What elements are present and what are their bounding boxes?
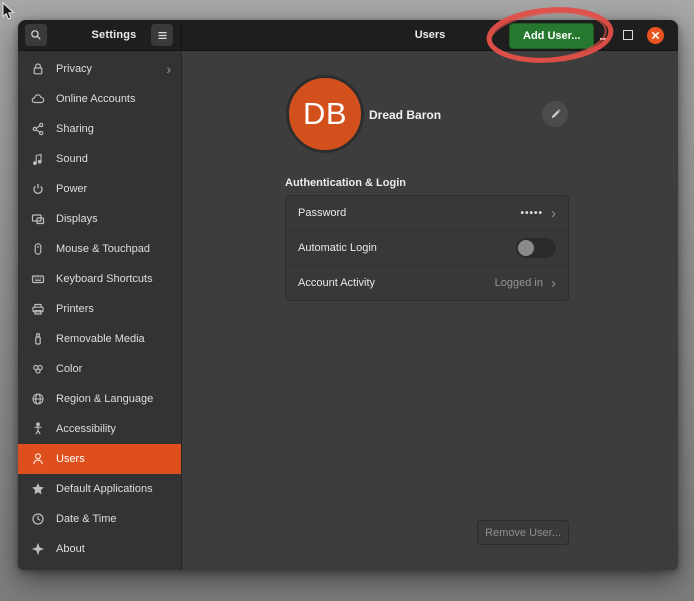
lock-icon [30,61,46,77]
sidebar-item-removable-media[interactable]: Removable Media [18,324,181,354]
account-activity-row[interactable]: Account Activity Logged in › [286,266,568,300]
sidebar-item-label: Printers [56,303,171,315]
sidebar-item-sharing[interactable]: Sharing [18,114,181,144]
sidebar-item-label: Power [56,183,171,195]
sidebar-item-label: Color [56,363,171,375]
titlebar-main-section: Users Add User... [182,20,678,50]
keyboard-icon [30,271,46,287]
users-panel: DB Dread Baron Authentication & Login Pa… [182,51,678,570]
sidebar-item-label: Online Accounts [56,93,171,105]
sparkle-icon [30,541,46,557]
sidebar-item-label: Accessibility [56,423,171,435]
cloud-icon [30,91,46,107]
account-activity-label: Account Activity [298,277,495,289]
automatic-login-row: Automatic Login [286,231,568,266]
sidebar-item-displays[interactable]: Displays [18,204,181,234]
usb-drive-icon [30,331,46,347]
sidebar-item-sound[interactable]: Sound [18,144,181,174]
account-activity-value: Logged in [495,277,543,289]
titlebar-sidebar-section: Settings [18,20,182,50]
minimize-button[interactable] [600,30,609,40]
sidebar-item-label: Displays [56,213,171,225]
avatar-initials: DB [303,96,347,132]
sidebar-item-users[interactable]: Users [18,444,181,474]
share-icon [30,121,46,137]
sidebar-item-printers[interactable]: Printers [18,294,181,324]
sidebar-item-online-accounts[interactable]: Online Accounts [18,84,181,114]
edit-name-button[interactable] [542,101,568,127]
sidebar-item-label: Region & Language [56,393,171,405]
pencil-icon [549,108,562,121]
remove-user-button[interactable]: Remove User... [477,520,569,545]
minimize-icon [600,38,609,40]
avatar[interactable]: DB [286,75,364,153]
user-icon [30,451,46,467]
desktop-background: Settings Users Add User... [0,0,694,601]
sidebar-item-mouse-touchpad[interactable]: Mouse & Touchpad [18,234,181,264]
settings-window: Settings Users Add User... [18,20,678,570]
sidebar-item-privacy[interactable]: Privacy › [18,54,181,84]
sidebar-item-color[interactable]: Color [18,354,181,384]
titlebar[interactable]: Settings Users Add User... [18,20,678,51]
globe-icon [30,391,46,407]
close-icon [651,31,660,40]
music-note-icon [30,151,46,167]
password-row[interactable]: Password ••••• › [286,196,568,231]
search-button[interactable] [25,24,47,46]
sidebar: Privacy › Online Accounts Sharing Sound [18,51,182,570]
mouse-cursor-icon [2,2,16,21]
menu-button[interactable] [151,24,173,46]
hamburger-icon [156,29,169,42]
sidebar-item-label: Default Applications [56,483,171,495]
clock-icon [30,511,46,527]
sidebar-item-label: Removable Media [56,333,171,345]
sidebar-item-accessibility[interactable]: Accessibility [18,414,181,444]
user-name: Dread Baron [369,108,441,122]
display-icon [30,211,46,227]
automatic-login-label: Automatic Login [298,242,516,254]
star-icon [30,481,46,497]
section-title: Authentication & Login [285,177,406,189]
sidebar-item-label: About [56,543,171,555]
sidebar-item-label: Keyboard Shortcuts [56,273,171,285]
toggle-knob [518,240,534,256]
printer-icon [30,301,46,317]
window-controls [600,20,664,50]
sidebar-item-about[interactable]: About [18,534,181,564]
sidebar-item-region-language[interactable]: Region & Language [18,384,181,414]
sidebar-item-label: Sound [56,153,171,165]
close-button[interactable] [647,27,664,44]
sidebar-item-label: Users [56,453,171,465]
authentication-card: Password ••••• › Automatic Login Account… [285,195,569,301]
add-user-button[interactable]: Add User... [509,23,594,49]
sidebar-item-label: Sharing [56,123,171,135]
mouse-icon [30,241,46,257]
password-label: Password [298,207,520,219]
maximize-icon [623,30,633,40]
sidebar-item-keyboard-shortcuts[interactable]: Keyboard Shortcuts [18,264,181,294]
sidebar-item-label: Privacy [56,63,166,75]
maximize-button[interactable] [623,30,633,40]
sidebar-item-label: Date & Time [56,513,171,525]
search-icon [29,28,43,42]
sidebar-item-power[interactable]: Power [18,174,181,204]
chevron-right-icon: › [551,206,556,221]
power-icon [30,181,46,197]
password-dots: ••••• [520,208,543,219]
chevron-right-icon: › [551,276,556,291]
automatic-login-toggle[interactable] [516,238,556,258]
accessibility-icon [30,421,46,437]
chevron-right-icon: › [166,62,171,76]
sidebar-item-label: Mouse & Touchpad [56,243,171,255]
sidebar-item-date-time[interactable]: Date & Time [18,504,181,534]
color-icon [30,361,46,377]
sidebar-item-default-applications[interactable]: Default Applications [18,474,181,504]
